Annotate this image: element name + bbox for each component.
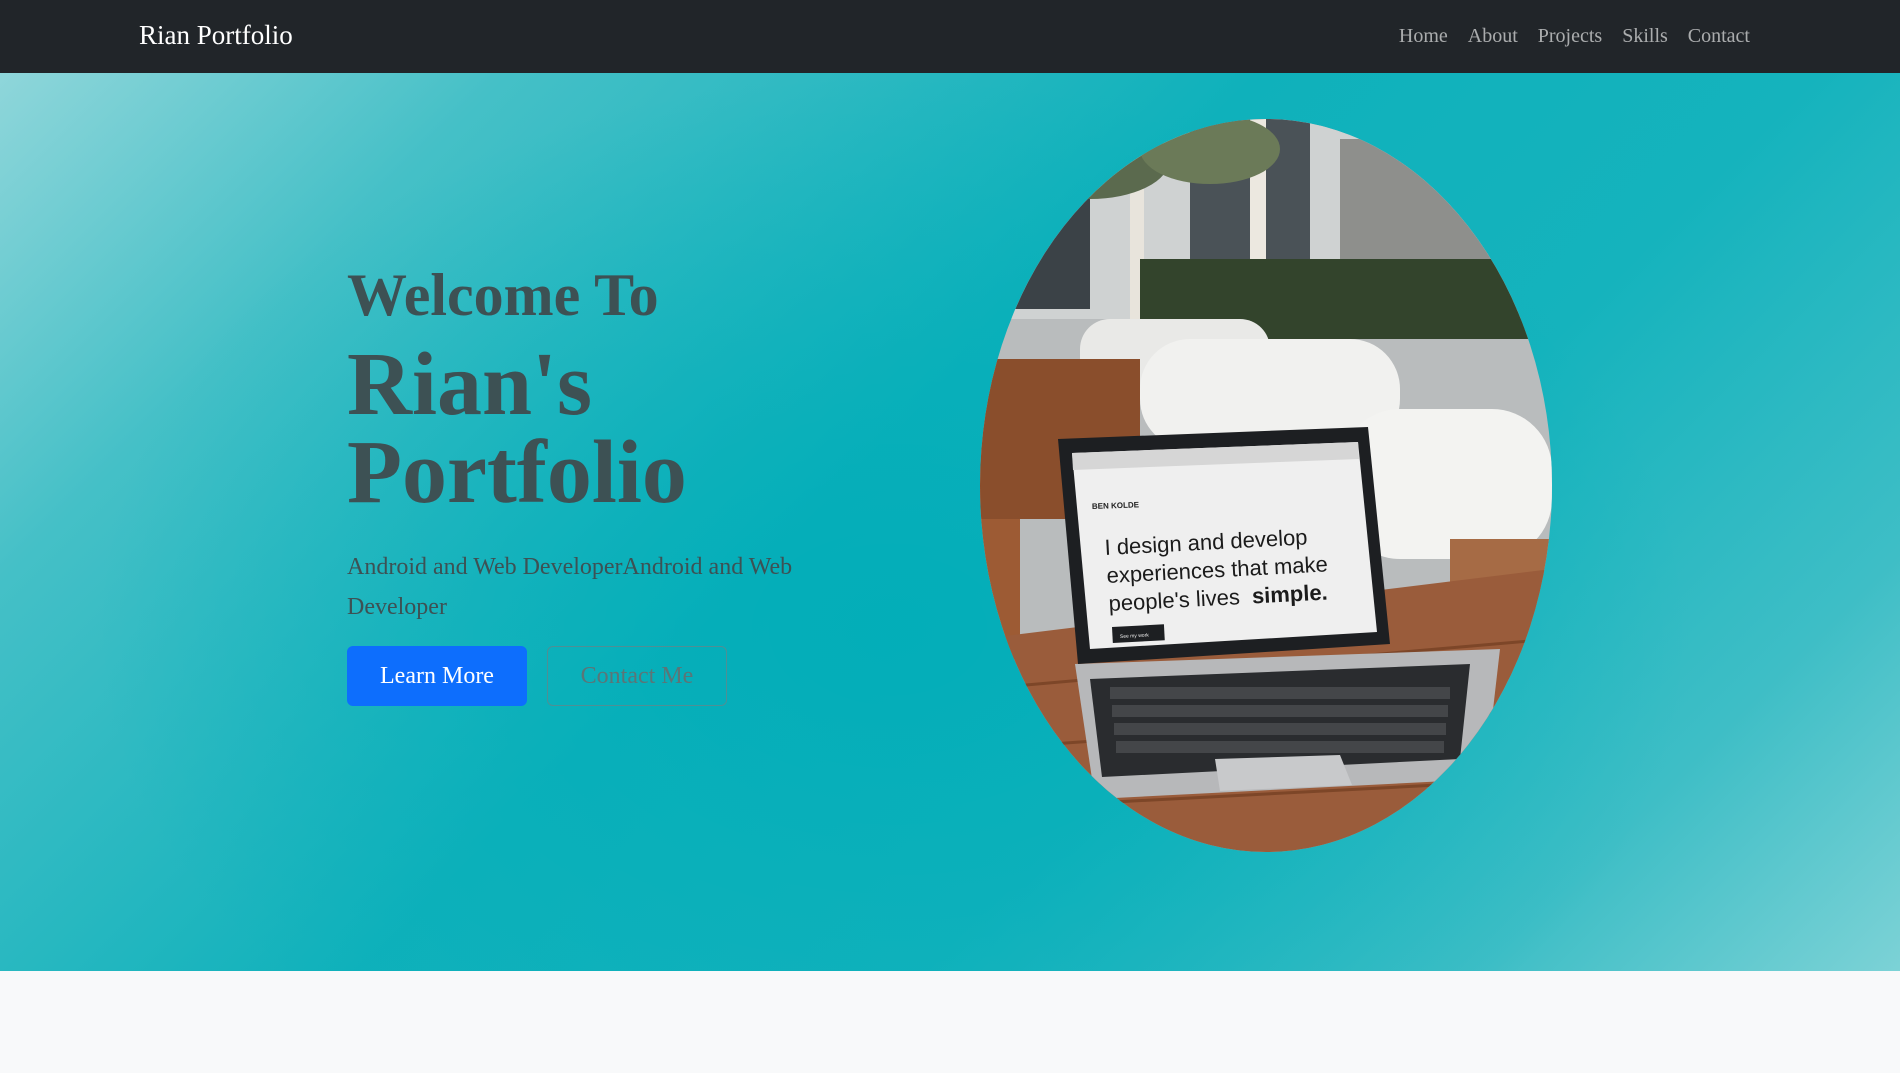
nav-link-skills[interactable]: Skills: [1622, 25, 1668, 48]
hero-tagline: Android and Web DeveloperAndroid and Web…: [347, 554, 793, 620]
screen-site-name: BEN KOLDE: [1092, 500, 1140, 511]
screen-line3-bold: simple.: [1251, 580, 1328, 609]
hero-title-line1: Rian's: [347, 335, 593, 434]
hero-title: Rian's Portfolio: [347, 335, 867, 522]
learn-more-button[interactable]: Learn More: [347, 646, 527, 706]
contact-me-button[interactable]: Contact Me: [547, 646, 727, 706]
nav-link-projects[interactable]: Projects: [1538, 25, 1602, 48]
nav-link-about[interactable]: About: [1468, 25, 1518, 48]
nav-links: Home About Projects Skills Contact: [1399, 25, 1750, 48]
hero-title-line2: Portfolio: [347, 423, 687, 522]
hero-welcome: Welcome To: [347, 262, 659, 328]
top-navbar: Rian Portfolio Home About Projects Skill…: [0, 0, 1900, 73]
nav-link-contact[interactable]: Contact: [1688, 25, 1750, 48]
below-fold-section: [0, 971, 1900, 1073]
hero-laptop-image: BEN KOLDE I design and develop experienc…: [980, 119, 1552, 852]
hero-section: Welcome To Rian's Portfolio Android and …: [0, 73, 1900, 971]
nav-link-home[interactable]: Home: [1399, 25, 1448, 48]
navbar-brand[interactable]: Rian Portfolio: [139, 20, 293, 51]
